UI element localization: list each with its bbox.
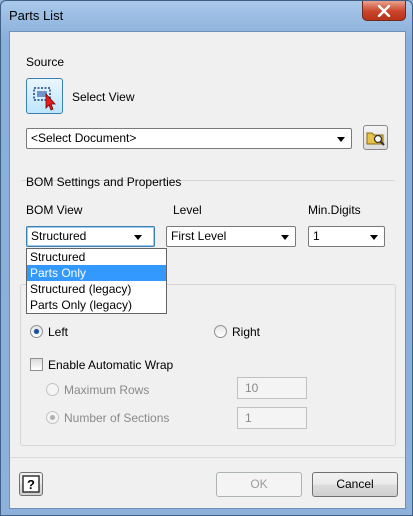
bom-settings-group: BOM Settings and Properties BOM View Lev… xyxy=(20,175,396,258)
min-digits-label: Min.Digits xyxy=(308,203,361,217)
left-radio[interactable] xyxy=(30,325,43,338)
ok-button[interactable]: OK xyxy=(216,472,302,497)
min-digits-combo-value: 1 xyxy=(313,229,320,243)
dropdown-option-parts-only-legacy[interactable]: Parts Only (legacy) xyxy=(27,297,166,313)
select-view-label: Select View xyxy=(72,90,135,104)
bom-view-combo[interactable]: Structured xyxy=(26,226,155,247)
help-icon: ? xyxy=(22,475,40,493)
bom-view-label: BOM View xyxy=(26,203,83,217)
help-button[interactable]: ? xyxy=(19,472,43,496)
level-combo-value: First Level xyxy=(171,229,227,243)
source-legend: Source xyxy=(26,55,65,69)
min-digits-combo[interactable]: 1 xyxy=(308,226,385,247)
max-rows-radio[interactable] xyxy=(46,383,59,396)
select-view-icon xyxy=(33,87,56,111)
num-sections-label: Number of Sections xyxy=(64,411,170,425)
bom-view-combo-value: Structured xyxy=(31,229,87,243)
chevron-down-icon xyxy=(370,235,378,240)
max-rows-input[interactable]: 10 xyxy=(237,377,307,399)
open-document-button[interactable] xyxy=(363,125,388,150)
level-combo[interactable]: First Level xyxy=(166,226,296,247)
close-button[interactable] xyxy=(362,1,406,21)
dialog-window: Parts List Source Select View <Select Do… xyxy=(0,0,413,516)
right-radio[interactable] xyxy=(214,325,227,338)
footer-divider xyxy=(10,457,405,458)
document-combo[interactable]: <Select Document> xyxy=(26,128,352,149)
level-label: Level xyxy=(173,203,202,217)
bom-legend: BOM Settings and Properties xyxy=(26,175,182,189)
dropdown-option-structured[interactable]: Structured xyxy=(27,249,166,265)
enable-wrap-checkbox[interactable] xyxy=(30,358,43,371)
source-group: Source Select View <Select Document> xyxy=(20,55,396,168)
bom-view-dropdown-list: Structured Parts Only Structured (legacy… xyxy=(26,248,167,314)
select-view-button[interactable] xyxy=(26,78,63,114)
chevron-down-icon xyxy=(337,137,345,142)
left-radio-label: Left xyxy=(48,325,69,339)
close-icon xyxy=(377,4,391,17)
num-sections-input[interactable]: 1 xyxy=(237,407,307,429)
max-rows-label: Maximum Rows xyxy=(64,383,150,397)
chevron-down-icon xyxy=(281,235,289,240)
document-combo-value: <Select Document> xyxy=(31,131,137,145)
svg-text:?: ? xyxy=(27,477,35,492)
enable-wrap-label: Enable Automatic Wrap xyxy=(48,358,174,372)
cancel-button[interactable]: Cancel xyxy=(312,472,398,497)
dropdown-option-structured-legacy[interactable]: Structured (legacy) xyxy=(27,281,166,297)
right-radio-label: Right xyxy=(232,325,261,339)
dropdown-option-parts-only[interactable]: Parts Only xyxy=(27,265,166,281)
num-sections-radio[interactable] xyxy=(46,411,59,424)
open-folder-icon xyxy=(366,132,385,146)
chevron-down-icon xyxy=(134,235,142,240)
window-title: Parts List xyxy=(9,8,64,23)
